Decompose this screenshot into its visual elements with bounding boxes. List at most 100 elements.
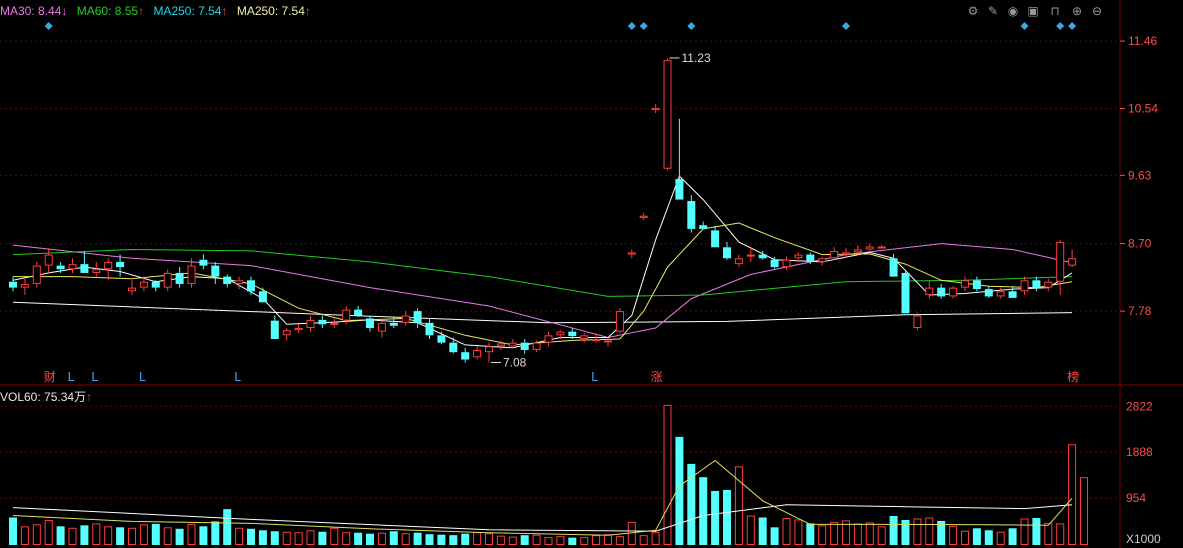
volume-bar xyxy=(258,530,267,545)
candle-body xyxy=(1020,280,1029,292)
volume-bar xyxy=(865,522,874,545)
candle-body xyxy=(949,287,958,297)
price-panel[interactable]: 11.46 10.54 9.63 8.70 7.78 2822 1888 954 X1000 11… xyxy=(0,0,1183,548)
volume-bar xyxy=(699,477,708,545)
pen-icon[interactable]: ✎ xyxy=(986,4,1000,18)
volume-bar xyxy=(175,528,184,545)
volume-bar xyxy=(318,531,327,545)
zoom-out-icon[interactable]: ⊖ xyxy=(1090,4,1104,18)
candle-body xyxy=(627,252,636,255)
volume-bar xyxy=(377,532,386,545)
candle-body xyxy=(32,265,41,284)
candle-body xyxy=(520,342,529,350)
event-diamond xyxy=(627,22,636,30)
candle-body xyxy=(556,331,565,336)
ma250b-label: MA250: 7.54 xyxy=(236,4,305,18)
volume-bar xyxy=(354,532,363,545)
ma250a-label: MA250: 7.54 xyxy=(153,4,222,18)
volume-bar xyxy=(568,537,577,545)
ma250a-legend: MA250: 7.54↑ xyxy=(153,4,230,18)
event-marker: 财 xyxy=(44,370,56,384)
candle-body xyxy=(877,246,886,249)
volume-bar xyxy=(80,525,89,545)
candle-body xyxy=(544,335,553,343)
candle-body xyxy=(342,309,351,321)
candle-body xyxy=(639,215,648,218)
volume-bar xyxy=(782,517,791,546)
kline-chart[interactable]: 11.46 10.54 9.63 8.70 7.78 2822 1888 954 X1000 11… xyxy=(0,0,1183,548)
candle-body xyxy=(270,320,279,339)
ma250b-legend: MA250: 7.54↑ xyxy=(237,4,311,18)
event-diamond xyxy=(1020,22,1029,30)
ma250b-arrow: ↑ xyxy=(304,4,311,18)
candle-body xyxy=(437,335,446,343)
candle-body xyxy=(651,107,660,111)
zoom-in-icon[interactable]: ⊕ xyxy=(1070,4,1084,18)
candle-body xyxy=(247,280,255,292)
candle-body xyxy=(211,265,220,277)
volume-legend: VOL60: 75.34万↑ xyxy=(0,388,92,405)
candle-body xyxy=(1056,242,1065,282)
volume-bar xyxy=(437,534,446,545)
volume-bar xyxy=(342,532,351,545)
volume-bar xyxy=(128,527,136,546)
candle-body xyxy=(401,315,410,323)
candle-body xyxy=(961,280,969,288)
volume-bar xyxy=(663,404,672,545)
candle-body xyxy=(782,259,791,268)
candle-body xyxy=(663,60,672,169)
candle-body xyxy=(92,269,101,273)
candle-body xyxy=(354,309,363,316)
volume-bar xyxy=(711,490,720,545)
volume-bar xyxy=(925,517,934,545)
volume-tick-label: X1000 xyxy=(1126,532,1161,546)
ma60-legend: MA60: 8.55↑ xyxy=(77,4,148,18)
candle-body xyxy=(901,272,910,314)
lock-icon[interactable]: ⊓ xyxy=(1048,4,1062,18)
volume-bar xyxy=(270,531,279,545)
volume-bar xyxy=(830,521,839,546)
volume-bar xyxy=(9,517,17,545)
volume-tick-label: 954 xyxy=(1126,491,1146,505)
candle-body xyxy=(746,254,755,257)
candle-body xyxy=(139,281,148,288)
candle-body xyxy=(806,254,815,262)
basket-icon[interactable]: ▣ xyxy=(1026,4,1040,18)
candle-body xyxy=(413,311,422,323)
ma-line-ma60 xyxy=(12,248,1073,297)
volume-bar xyxy=(615,536,624,545)
volume-bar xyxy=(544,537,553,546)
volume-bar xyxy=(366,533,374,545)
candle-body xyxy=(187,265,196,284)
volume-bar xyxy=(556,536,565,545)
candle-body xyxy=(794,254,803,259)
candle-body xyxy=(1008,291,1017,298)
volume-bar xyxy=(389,531,398,545)
ma30-label: MA30: 8.44 xyxy=(0,4,62,18)
price-annotation: 11.23 xyxy=(682,51,711,65)
candle-body xyxy=(258,291,267,303)
candle-body xyxy=(972,280,981,290)
settings-icon[interactable]: ⚙ xyxy=(966,4,980,18)
candle-body xyxy=(508,342,517,347)
volume-bar xyxy=(1080,477,1088,545)
volume-bar xyxy=(723,489,731,545)
ma60-label: MA60: 8.55 xyxy=(76,4,139,18)
volume-bar xyxy=(508,536,517,545)
candle-body xyxy=(711,230,720,248)
candle-body xyxy=(128,287,136,292)
candle-body xyxy=(913,315,922,328)
volume-bar xyxy=(139,524,148,546)
volume-bar xyxy=(949,525,958,545)
volume-bar xyxy=(104,526,113,545)
candle-body xyxy=(865,246,874,250)
volume-bar xyxy=(651,532,660,545)
candle-body xyxy=(306,319,315,328)
candle-body xyxy=(830,250,839,259)
volume-bar xyxy=(151,523,160,545)
eye-icon[interactable]: ◉ xyxy=(1006,4,1020,18)
volume-bar xyxy=(758,517,767,545)
volume-bar xyxy=(56,526,65,545)
volume-bar xyxy=(211,521,220,545)
candle-body xyxy=(163,272,172,288)
